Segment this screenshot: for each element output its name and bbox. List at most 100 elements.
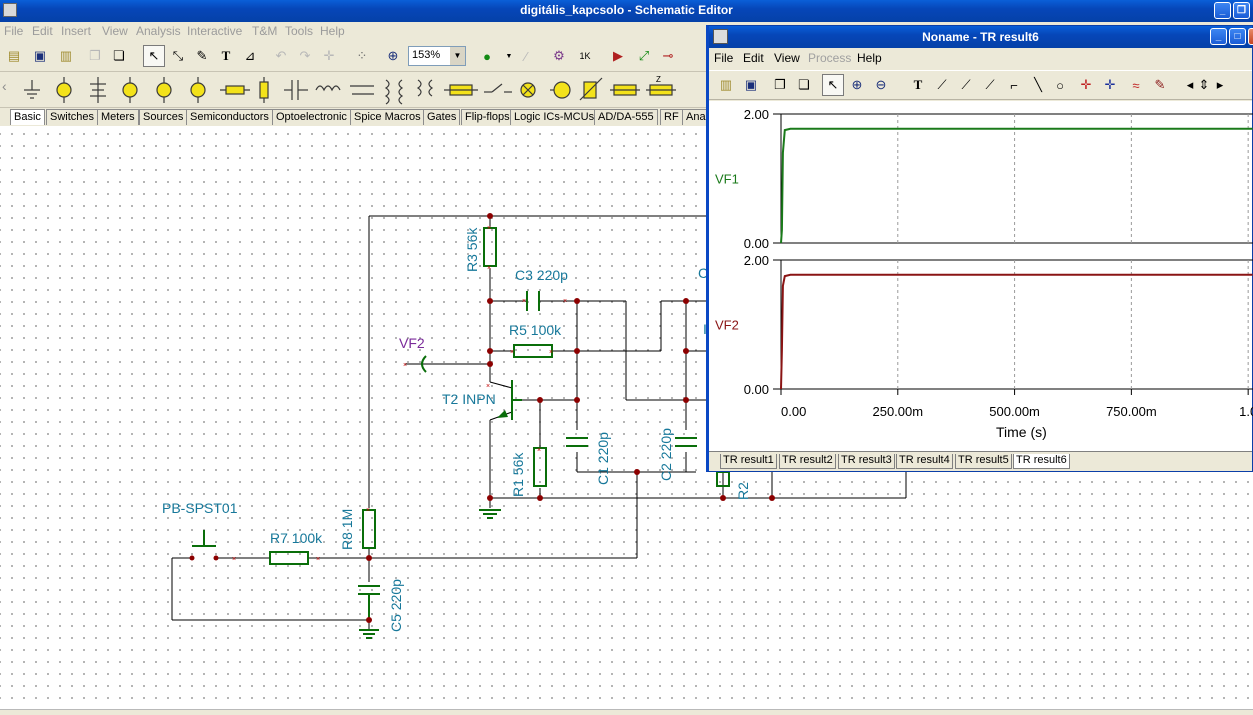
result-window: Noname - TR result6 _ □ × File Edit View… (706, 25, 1253, 472)
paste-icon[interactable]: ❏ (108, 45, 130, 67)
minimize-button[interactable]: _ (1214, 2, 1231, 19)
undo-icon[interactable]: ↶ (270, 45, 292, 67)
tab-tr-result1[interactable]: TR result1 (720, 454, 777, 469)
zoom-icon[interactable]: ⊕ (382, 45, 404, 67)
menu-analysis[interactable]: Analysis (136, 24, 181, 38)
dc-analysis-icon[interactable]: ● (476, 45, 498, 67)
pin-icon[interactable]: ⤢ (633, 45, 655, 67)
plot-area[interactable]: 2.00 0.00 VF1 2.00 0.00 VF2 0.00 250.00m 500.00m… (709, 101, 1253, 451)
wire-mode-icon[interactable]: ⤡ (167, 45, 189, 67)
probe-icon[interactable]: ✎ (1149, 74, 1171, 96)
circle-icon[interactable]: ○ (1049, 74, 1071, 96)
zoom-in-icon[interactable]: ⊕ (846, 74, 868, 96)
tab-flip-flops[interactable]: Flip-flops (461, 109, 514, 125)
line-icon[interactable]: ╲ (1027, 74, 1049, 96)
tab-spice-macros[interactable]: Spice Macros (350, 109, 425, 125)
select-icon[interactable]: ↖ (143, 45, 165, 67)
paste-icon[interactable]: ❏ (793, 74, 815, 96)
open-icon[interactable]: ▥ (715, 74, 737, 96)
junctions (189, 213, 775, 623)
grid-icon[interactable]: ⁘ (351, 45, 373, 67)
tab-tr-result4[interactable]: TR result4 (896, 454, 953, 469)
voltage-source-icon (156, 77, 172, 103)
zoom-select[interactable]: 153% ▼ (408, 46, 466, 66)
curve-tool-icon[interactable]: ⟋ (931, 74, 953, 96)
result-maximize-button[interactable]: □ (1229, 28, 1246, 45)
result-menu-help[interactable]: Help (857, 51, 882, 65)
tab-tr-result2[interactable]: TR result2 (779, 454, 836, 469)
param-icon[interactable]: 1K (574, 45, 596, 67)
curve-tool3-icon[interactable]: ⟋ (979, 74, 1001, 96)
menu-interactive[interactable]: Interactive (187, 24, 242, 38)
y-tick-label: 2.00 (744, 253, 769, 268)
tab-tr-result5[interactable]: TR result5 (955, 454, 1012, 469)
label-c5: C5 220p (388, 579, 404, 632)
menu-help[interactable]: Help (320, 24, 345, 38)
r5-resistor (513, 344, 553, 358)
zoom-out-icon[interactable]: ⊖ (870, 74, 892, 96)
menu-view[interactable]: View (102, 24, 128, 38)
add-curve-icon[interactable]: ≈ (1125, 74, 1147, 96)
chevron-down-icon[interactable]: ▼ (450, 47, 465, 65)
horizontal-scrollbar[interactable] (0, 709, 1253, 715)
tab-sources[interactable]: Sources (139, 109, 188, 125)
arrow-right-icon[interactable]: ▸ (1209, 74, 1231, 96)
components (192, 227, 730, 639)
menu-file[interactable]: File (4, 24, 23, 38)
menu-tools[interactable]: Tools (285, 24, 313, 38)
tab-optoelectronic[interactable]: Optoelectronic (272, 109, 351, 125)
result-window-title: Noname - TR result6 (922, 30, 1039, 44)
probe-icon[interactable]: ⁄ (515, 45, 537, 67)
transformer2-icon (416, 79, 434, 97)
cursor-b-icon[interactable]: ✛ (1099, 74, 1121, 96)
result-menu-edit[interactable]: Edit (743, 51, 764, 65)
result-menu-file[interactable]: File (714, 51, 733, 65)
new-icon[interactable]: ▤ (3, 45, 25, 67)
tab-gates[interactable]: Gates (423, 109, 461, 125)
svg-text:×: × (232, 556, 236, 563)
copy-icon[interactable]: ❐ (769, 74, 791, 96)
probe-red-icon[interactable]: ⊸ (657, 45, 679, 67)
diode-icon[interactable]: ▶ (607, 45, 629, 67)
save-icon[interactable]: ▣ (29, 45, 51, 67)
result-menu-view[interactable]: View (774, 51, 800, 65)
menu-tm[interactable]: T&M (252, 24, 277, 38)
curve-tool2-icon[interactable]: ⟋ (955, 74, 977, 96)
dimension-icon[interactable]: ⌐ (1003, 74, 1025, 96)
pencil-icon[interactable]: ✎ (191, 45, 213, 67)
r8-resistor (362, 509, 376, 549)
tab-ad-da[interactable]: AD/DA-555 (594, 109, 658, 125)
menu-edit[interactable]: Edit (32, 24, 53, 38)
result-title-bar: Noname - TR result6 _ □ × (709, 26, 1253, 48)
x-tick-label: 0.00 (781, 404, 806, 419)
menu-insert[interactable]: Insert (61, 24, 91, 38)
tab-basic[interactable]: Basic (10, 109, 45, 125)
tab-meters[interactable]: Meters (97, 109, 139, 125)
main-title-bar: digitális_kapcsolo - Schematic Editor _ … (0, 0, 1253, 22)
tab-logic-ics[interactable]: Logic ICs-MCUs (510, 109, 599, 125)
text-icon[interactable]: T (907, 74, 929, 96)
result-close-button[interactable]: × (1248, 28, 1253, 45)
optimize-icon[interactable]: ⚙ (548, 45, 570, 67)
junction-icon[interactable]: ✛ (318, 45, 340, 67)
restore-button[interactable]: ❐ (1233, 2, 1250, 19)
copy-icon[interactable]: ❐ (84, 45, 106, 67)
text-icon[interactable]: T (215, 45, 237, 67)
label-pb: PB-SPST01 (162, 500, 238, 516)
tab-switches[interactable]: Switches (46, 109, 99, 125)
redo-icon[interactable]: ↷ (294, 45, 316, 67)
svg-text:×: × (487, 225, 491, 232)
chart-icon[interactable]: ⊿ (239, 45, 261, 67)
ground-icon (24, 80, 40, 99)
tab-semiconductors[interactable]: Semiconductors (186, 109, 273, 125)
open-icon[interactable]: ▥ (55, 45, 77, 67)
tab-rf[interactable]: RF (660, 109, 683, 125)
tab-tr-result6[interactable]: TR result6 (1013, 454, 1070, 469)
save-icon[interactable]: ▣ (740, 74, 762, 96)
ground-multi-icon (90, 77, 106, 103)
scroll-left-icon[interactable]: ‹ (2, 78, 7, 94)
cursor-a-icon[interactable]: ✛ (1075, 74, 1097, 96)
select-icon[interactable]: ↖ (822, 74, 844, 96)
tab-tr-result3[interactable]: TR result3 (838, 454, 895, 469)
result-minimize-button[interactable]: _ (1210, 28, 1227, 45)
